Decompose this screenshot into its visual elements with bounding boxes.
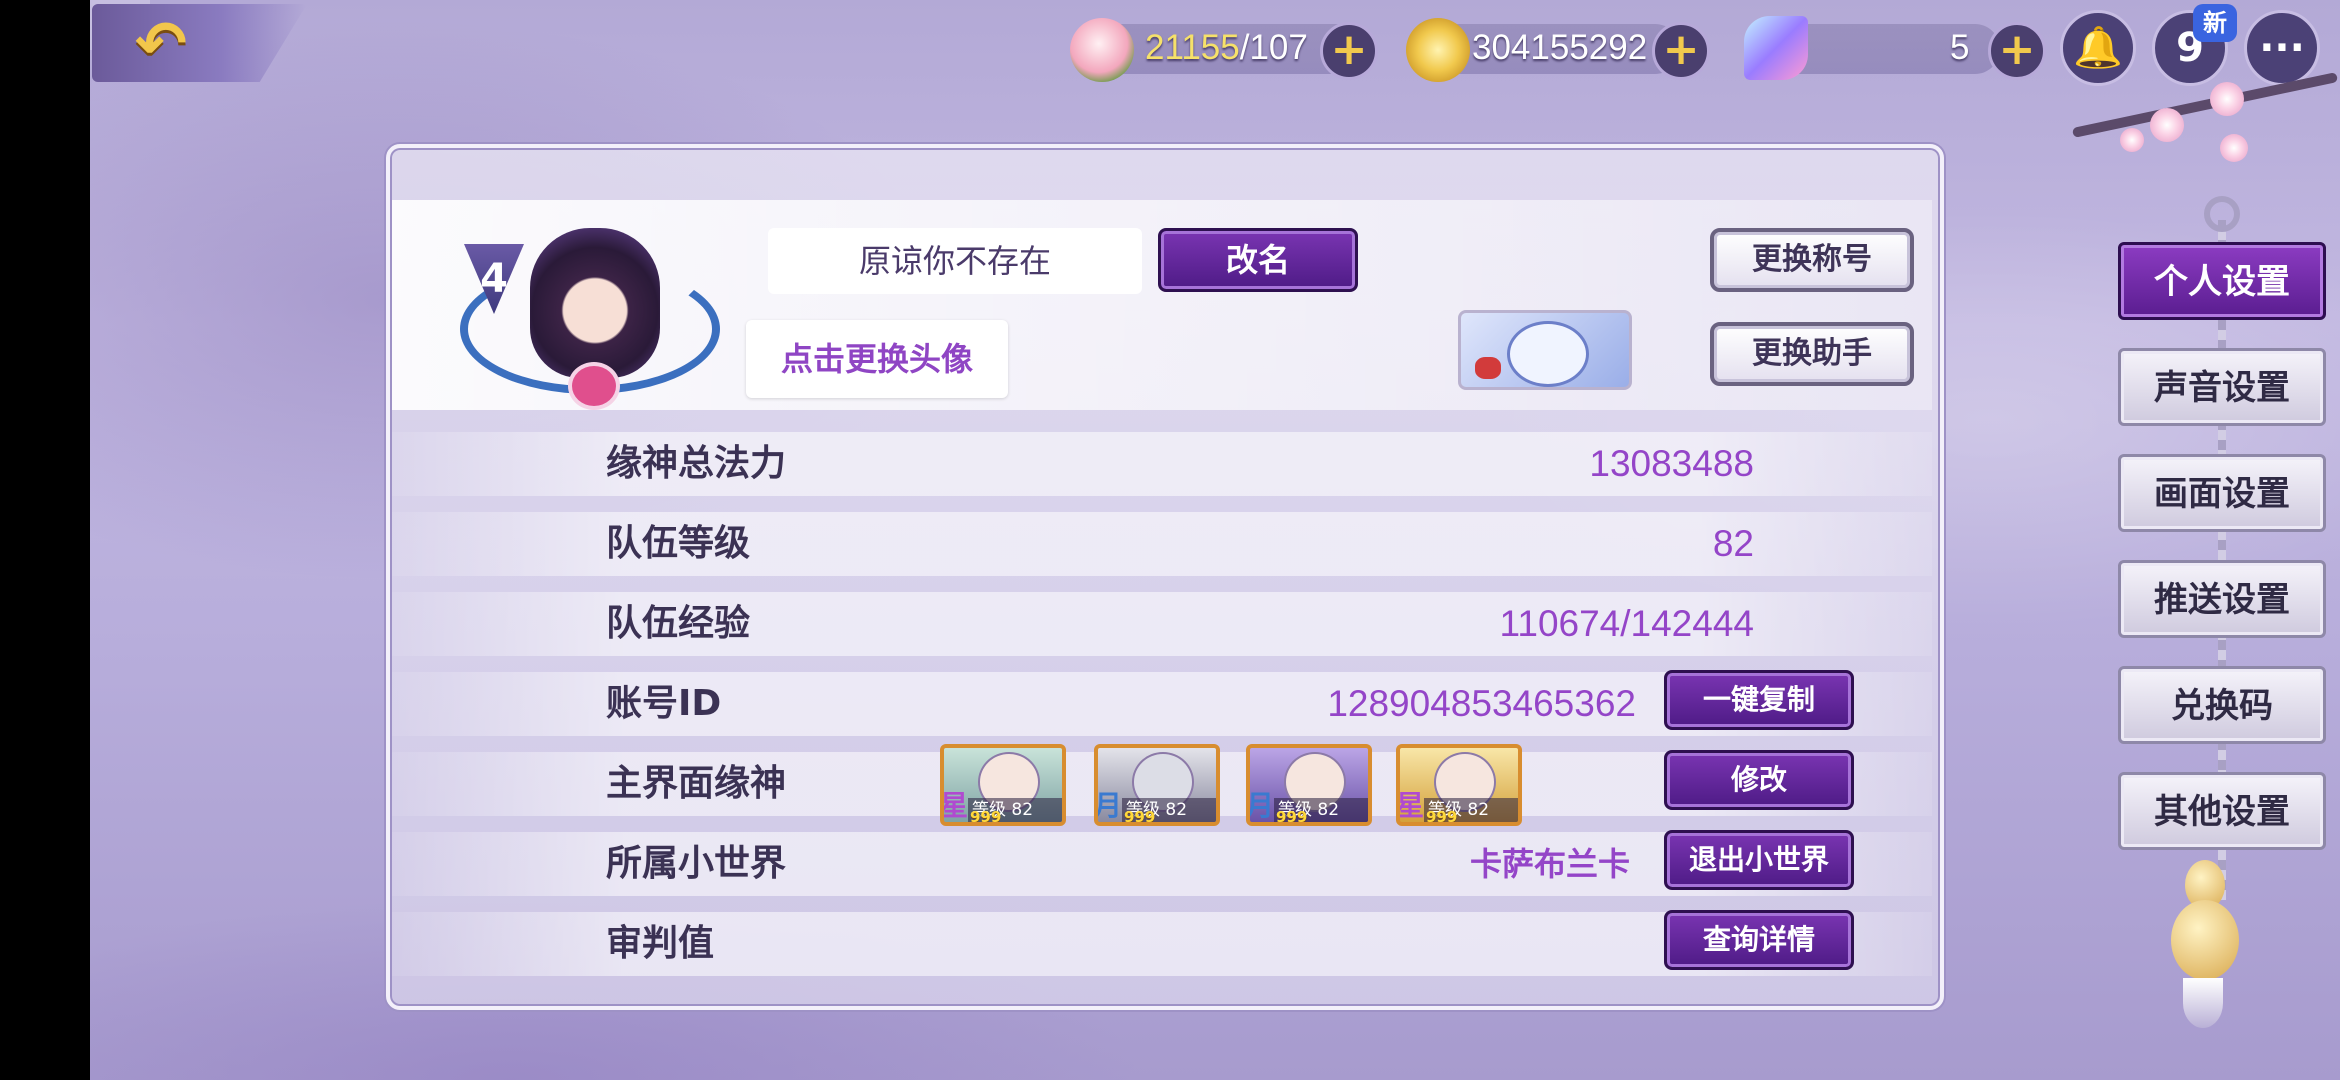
back-arrow-icon[interactable]: ↶ <box>135 13 227 75</box>
account-id-value: 128904853465362 <box>1327 683 1636 724</box>
stat-label: 队伍等级 <box>606 523 751 564</box>
coin-value: 304155292 <box>1472 28 1648 67</box>
leave-world-button[interactable]: 退出小世界 <box>1664 830 1854 890</box>
hero-stars: 999 <box>1426 808 1458 826</box>
modify-hero-button[interactable]: 修改 <box>1664 750 1854 810</box>
change-title-button[interactable]: 更换称号 <box>1710 228 1914 292</box>
hero-stars: 999 <box>1276 808 1308 826</box>
hero-badge: 星 <box>940 789 969 822</box>
menu-redeem-code[interactable]: 兑换码 <box>2118 666 2326 744</box>
hero-badge: 月 <box>1094 789 1123 822</box>
copy-id-button[interactable]: 一键复制 <box>1664 670 1854 730</box>
add-peach-button[interactable]: + <box>1320 22 1378 80</box>
new-badge: 新 <box>2193 4 2237 42</box>
stat-value: 82 <box>1712 523 1754 564</box>
stat-value: 110674/142444 <box>1499 603 1754 644</box>
peach-icon <box>1070 18 1134 82</box>
player-name-field[interactable]: 原谅你不存在 <box>768 228 1142 294</box>
stat-label: 所属小世界 <box>606 843 787 884</box>
crystal-icon <box>1744 16 1808 80</box>
menu-push-settings[interactable]: 推送设置 <box>2118 560 2326 638</box>
assistant-preview <box>1458 310 1632 390</box>
stat-label: 账号ID <box>606 683 722 724</box>
rope-ring-decoration <box>2204 196 2240 232</box>
query-details-button[interactable]: 查询详情 <box>1664 910 1854 970</box>
stat-label: 审判值 <box>606 923 715 964</box>
avatar[interactable]: 4 <box>450 224 730 410</box>
menu-sound-settings[interactable]: 声音设置 <box>2118 348 2326 426</box>
bow-icon <box>1475 357 1501 379</box>
crystal-value: 5 <box>1950 28 1970 67</box>
hero-card[interactable]: 等级 82 月 999 <box>1094 744 1220 826</box>
small-world-value: 卡萨布兰卡 <box>1470 845 1631 883</box>
stat-row-team-exp: 队伍经验 110674/142444 <box>392 592 1932 656</box>
stat-value: 13083488 <box>1589 443 1754 484</box>
stat-label: 队伍经验 <box>606 603 751 644</box>
change-avatar-button[interactable]: 点击更换头像 <box>746 320 1008 398</box>
hero-card[interactable]: 等级 82 星 999 <box>1396 744 1522 826</box>
add-crystal-button[interactable]: + <box>1988 22 2046 80</box>
gourd-decoration <box>2165 860 2245 1030</box>
change-assistant-button[interactable]: 更换助手 <box>1710 322 1914 386</box>
heart-icon <box>568 362 620 410</box>
gold-coin-icon <box>1406 18 1470 82</box>
hero-card[interactable]: 等级 82 月 999 <box>1246 744 1372 826</box>
assistant-portrait <box>1507 321 1589 387</box>
menu-other-settings[interactable]: 其他设置 <box>2118 772 2326 850</box>
blossom-branch-decoration <box>2060 60 2340 170</box>
hero-card[interactable]: 等级 82 星 999 <box>940 744 1066 826</box>
peach-value: 21155/107 <box>1145 28 1308 67</box>
hero-stars: 999 <box>1124 808 1156 826</box>
hero-badge: 星 <box>1396 789 1425 822</box>
avatar-portrait <box>530 228 660 378</box>
hero-badge: 月 <box>1246 789 1275 822</box>
stat-label: 主界面缘神 <box>606 763 787 804</box>
menu-display-settings[interactable]: 画面设置 <box>2118 454 2326 532</box>
menu-personal-settings[interactable]: 个人设置 <box>2118 242 2326 320</box>
stat-row-team-level: 队伍等级 82 <box>392 512 1932 576</box>
black-side-bar <box>0 0 90 1080</box>
stat-row-power: 缘神总法力 13083488 <box>392 432 1932 496</box>
add-coin-button[interactable]: + <box>1652 22 1710 80</box>
hero-stars: 999 <box>970 808 1002 826</box>
stat-label: 缘神总法力 <box>606 443 787 484</box>
rename-button[interactable]: 改名 <box>1158 228 1358 292</box>
